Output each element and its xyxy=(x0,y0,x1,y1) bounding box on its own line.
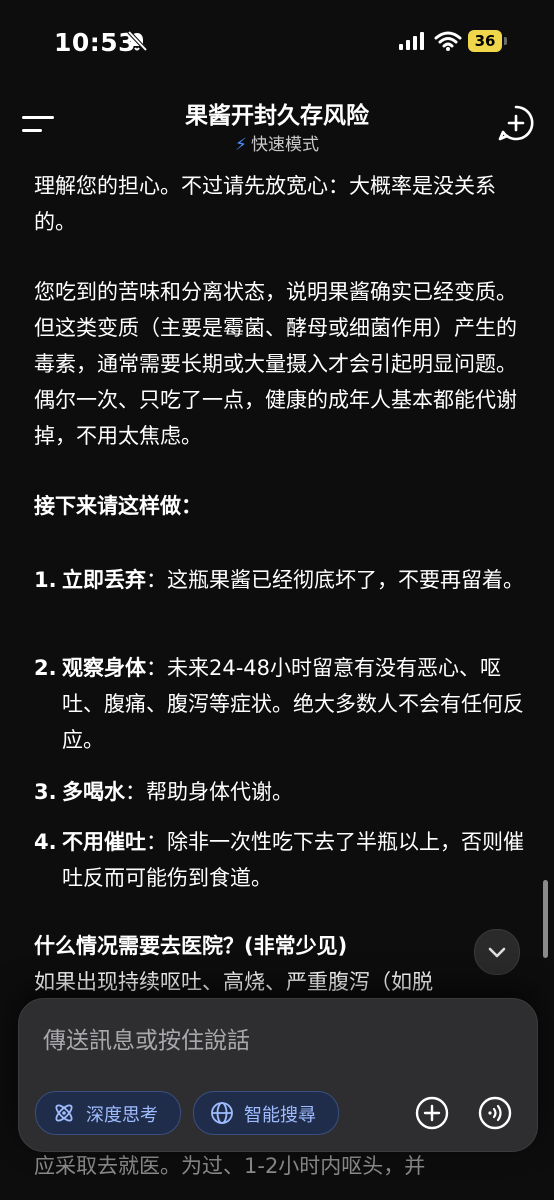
scrollbar[interactable] xyxy=(543,880,548,958)
new-chat-icon[interactable] xyxy=(498,105,534,141)
mode-label[interactable]: ⚡ 快速模式 xyxy=(0,130,554,155)
add-attachment-button[interactable] xyxy=(415,1096,449,1130)
smart-search-button[interactable]: 智能搜尋 xyxy=(193,1091,339,1135)
hospital-heading: 什么情况需要去医院？(非常少见) xyxy=(34,934,348,958)
battery-indicator: 36 xyxy=(468,30,508,52)
clock: 10:53 xyxy=(54,28,137,57)
message-input[interactable]: 傳送訊息或按住說話 xyxy=(43,1021,250,1055)
message-paragraph: 如果出现持续呕吐、高烧、严重腹泻（如脱 xyxy=(34,970,433,994)
voice-call-button[interactable] xyxy=(478,1096,512,1130)
deep-think-button[interactable]: 深度思考 xyxy=(35,1091,181,1135)
bell-muted-icon xyxy=(127,30,148,52)
cellular-signal-icon xyxy=(399,32,424,50)
status-bar: 10:53 36 xyxy=(0,0,554,80)
wifi-icon xyxy=(434,31,462,51)
atom-icon xyxy=(55,1104,73,1122)
steps-heading: 接下来请这样做： xyxy=(34,494,202,518)
message-composer: 傳送訊息或按住說話 深度思考 智能搜尋 xyxy=(18,998,538,1152)
scroll-to-bottom-button[interactable] xyxy=(474,929,520,975)
globe-icon xyxy=(211,1102,233,1124)
message-paragraph: 理解您的担心。不过请先放宽心：大概率是没关系的。 xyxy=(34,174,496,234)
page-title: 果酱开封久存风险 xyxy=(185,103,369,129)
lightning-icon: ⚡ xyxy=(235,135,247,155)
message-paragraph-obscured: 应采取去就医。为过、1-2小时内呕头，并 xyxy=(34,1154,426,1178)
chevron-down-icon xyxy=(488,947,506,958)
message-paragraph: 您吃到的苦味和分离状态，说明果酱确实已经变质。但这类变质（主要是霉菌、酵母或细菌… xyxy=(34,280,517,448)
